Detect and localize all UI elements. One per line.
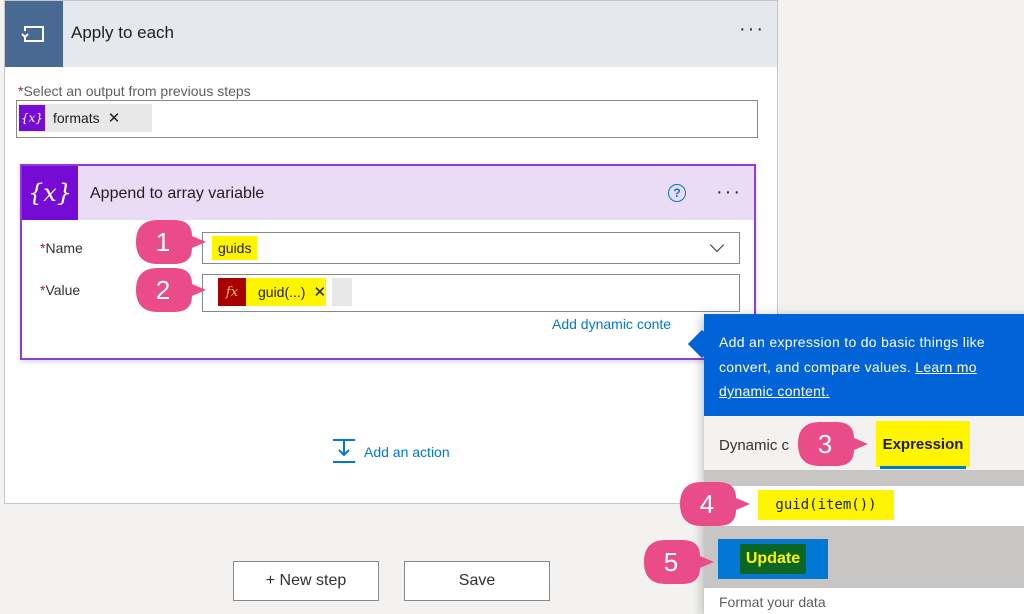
guid-expression-token[interactable]: fx guid(...) ✕ (218, 278, 327, 306)
more-options-icon[interactable]: ··· (716, 182, 742, 202)
panel-info-line-2-text: convert, and compare values. (719, 358, 916, 375)
variable-icon: {x} (22, 166, 78, 220)
name-value: guids (212, 236, 258, 260)
callout-4-number: 4 (699, 488, 715, 519)
value-label-text: Value (45, 282, 81, 298)
loop-icon (5, 1, 63, 67)
token-tail (332, 278, 352, 306)
callout-1-number: 1 (155, 226, 171, 257)
callout-2-number: 2 (155, 274, 171, 305)
new-step-button[interactable]: + New step (233, 561, 379, 601)
expression-input[interactable]: guid(item()) (758, 490, 894, 520)
callout-5: 5 (642, 538, 714, 586)
panel-info-line-2: convert, and compare values. Learn mo (719, 355, 1024, 380)
select-output-label: *Select an output from previous steps (18, 83, 251, 99)
learn-more-link[interactable]: Learn mo (915, 359, 977, 375)
value-label: *Value (40, 282, 80, 298)
callout-1: 1 (134, 218, 206, 266)
tab-expression[interactable]: Expression (876, 421, 970, 467)
remove-token-icon[interactable]: ✕ (313, 283, 326, 301)
formats-token-label: formats (53, 110, 100, 126)
add-action-icon[interactable] (332, 438, 356, 464)
apply-to-each-title: Apply to each (71, 23, 175, 42)
panel-info-text: Add an expression to do basic things lik… (719, 330, 1024, 404)
callout-4: 4 (678, 480, 750, 528)
append-to-array-title: Append to array variable (90, 185, 265, 202)
callout-3-number: 3 (817, 428, 833, 459)
remove-token-icon[interactable]: ✕ (108, 109, 121, 127)
tab-dynamic-content[interactable]: Dynamic c (719, 437, 789, 454)
format-your-data-heading: Format your data (719, 594, 826, 610)
save-button[interactable]: Save (404, 561, 550, 601)
expression-divider (704, 470, 1024, 486)
name-label-text: Name (45, 240, 83, 256)
callout-5-number: 5 (663, 546, 679, 577)
append-to-array-header[interactable]: {x} Append to array variable ? ··· (22, 166, 754, 220)
update-button-label: Update (739, 544, 807, 574)
name-label: *Name (40, 240, 83, 256)
update-button[interactable]: Update (718, 539, 828, 579)
variable-icon: {x} (19, 105, 45, 131)
apply-to-each-header[interactable]: Apply to each ··· (5, 1, 777, 67)
name-dropdown[interactable] (202, 232, 740, 264)
active-tab-indicator (880, 466, 966, 469)
guid-token-label: guid(...) (258, 284, 306, 300)
help-icon[interactable]: ? (668, 184, 686, 202)
function-icon: fx (218, 278, 246, 306)
callout-2: 2 (134, 266, 206, 314)
dynamic-content-link[interactable]: dynamic content. (719, 383, 830, 399)
add-dynamic-content-link[interactable]: Add dynamic conte (552, 316, 671, 332)
select-output-label-text: Select an output from previous steps (23, 83, 251, 99)
panel-info-line-1: Add an expression to do basic things lik… (719, 334, 986, 350)
callout-3: 3 (796, 420, 868, 468)
formats-token[interactable]: {x} formats ✕ (18, 104, 152, 132)
add-action-link[interactable]: Add an action (364, 444, 450, 460)
more-options-icon[interactable]: ··· (739, 19, 765, 39)
panel-info-line-3: dynamic content. (719, 379, 1024, 404)
